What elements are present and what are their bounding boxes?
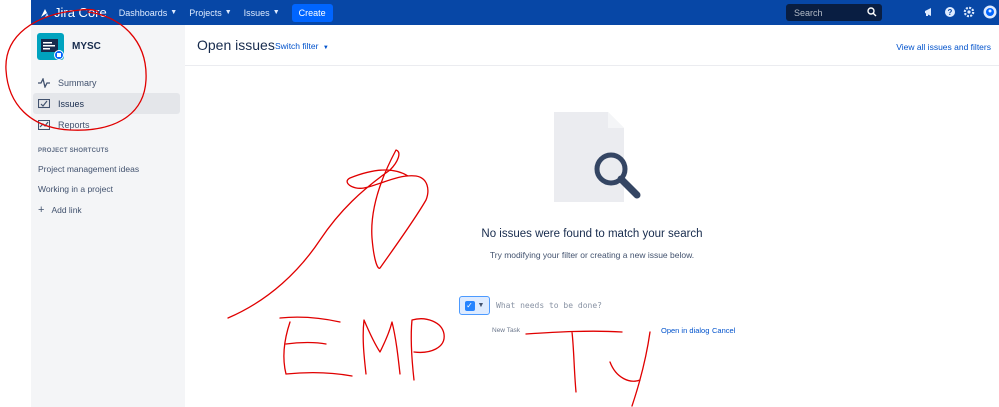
logo-text: Jira Core [54,5,107,20]
main-header: Open issues Switch filter ▼ View all iss… [185,25,999,66]
create-button[interactable]: Create [291,3,333,22]
annotation-p [410,318,445,381]
left-gutter [0,0,31,407]
shortcuts-heading: PROJECT SHORTCUTS [38,148,109,154]
inline-create-row: ✓ ▼ [459,296,638,315]
chevron-down-icon: ▼ [272,9,280,16]
page-title: Open issues [197,37,275,53]
empty-state-subtitle: Try modifying your filter or creating a … [489,250,695,260]
project-header[interactable]: MYSC [37,33,101,60]
switch-filter-button[interactable]: Switch filter ▼ [275,41,329,51]
nav-dashboards-label: Dashboards [118,7,168,18]
cancel-link[interactable]: Cancel [712,326,735,335]
sidebar-item-issues[interactable]: Issues [33,93,180,114]
nav-projects-label: Projects [189,7,222,18]
help-icon[interactable]: ? [944,6,956,18]
summary-icon [38,77,50,88]
task-summary-input[interactable] [494,300,638,311]
search-input[interactable] [792,6,868,19]
sidebar-item-label: Reports [58,119,90,130]
shortcut-link[interactable]: Working in a project [38,184,113,194]
chevron-down-icon: ▼ [477,302,485,309]
plus-icon: + [38,204,45,216]
annotation-y [609,331,651,407]
sidebar-item-summary[interactable]: Summary [33,72,180,93]
add-link-button[interactable]: + Add link [38,204,82,216]
search-icon[interactable] [867,7,877,17]
shortcut-link[interactable]: Project management ideas [38,164,139,174]
nav-issues-label: Issues [243,7,270,18]
open-in-dialog-link[interactable]: Open in dialog [661,326,709,335]
task-type-icon: ✓ [464,300,475,311]
annotation-e [279,316,353,377]
nav-dashboards[interactable]: Dashboards ▼ [119,8,177,18]
jira-logo-icon [41,8,49,17]
empty-state-title: No issues were found to match your searc… [481,228,703,240]
chevron-down-icon: ▼ [224,9,232,16]
sidebar-item-reports[interactable]: Reports [33,114,180,135]
search-box [786,4,882,21]
switch-filter-label: Switch filter [275,41,319,51]
add-link-label: Add link [51,205,82,215]
sidebar-item-label: Issues [58,98,85,109]
issues-icon [38,98,50,108]
settings-icon[interactable] [963,6,975,18]
svg-text:?: ? [948,8,953,17]
reports-icon [38,119,50,130]
project-avatar-icon [41,39,64,60]
sidebar-item-label: Summary [58,77,97,88]
issue-type-label: New Task [492,327,521,334]
project-name: MYSC [72,41,101,52]
nav-projects[interactable]: Projects ▼ [189,8,231,18]
user-avatar[interactable] [983,5,997,19]
view-all-issues-link[interactable]: View all issues and filters [896,42,991,52]
project-sidebar: MYSC Summary Issues Reports PROJECT SHOR… [31,25,185,407]
annotation-t [525,330,623,393]
chevron-down-icon: ▼ [322,45,329,51]
empty-search-illustration [554,112,641,202]
chevron-down-icon: ▼ [170,9,178,16]
project-avatar [37,33,64,60]
issue-type-select[interactable]: ✓ ▼ [459,296,490,315]
megaphone-icon[interactable] [923,6,935,18]
annotation-m [362,319,401,375]
jira-logo[interactable]: Jira Core [39,5,107,20]
nav-issues[interactable]: Issues ▼ [244,8,280,18]
